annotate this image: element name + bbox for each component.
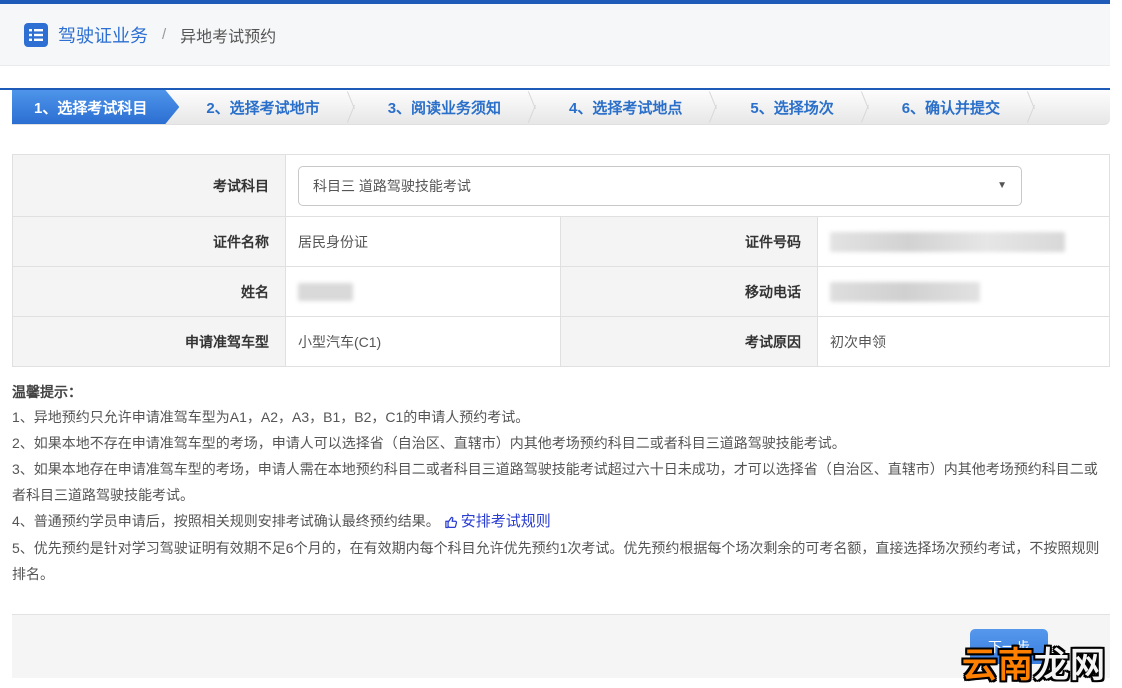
tip-item-2: 2、如果本地不存在申请准驾车型的考场，申请人可以选择省（自治区、直辖市）内其他考… xyxy=(12,430,1110,456)
chevron-down-icon: ▼ xyxy=(997,180,1007,191)
table-row: 证件名称 居民身份证 证件号码 xyxy=(13,217,1110,267)
exam-subject-select[interactable]: 科目三 道路驾驶技能考试 ▼ xyxy=(298,166,1022,206)
exam-reason-label: 考试原因 xyxy=(561,317,818,367)
tips-section: 温馨提示： 1、异地预约只允许申请准驾车型为A1，A2，A3，B1，B2，C1的… xyxy=(12,380,1110,587)
name-redacted-value xyxy=(298,283,353,301)
watermark-part-1: 云南 xyxy=(962,646,1034,686)
mobile-cell xyxy=(818,267,1110,317)
tips-title: 温馨提示： xyxy=(12,380,1110,404)
table-row: 姓名 移动电话 xyxy=(13,267,1110,317)
id-number-label: 证件号码 xyxy=(561,217,818,267)
breadcrumb: 驾驶证业务 / 异地考试预约 xyxy=(0,4,1110,66)
vehicle-type-value: 小型汽车(C1) xyxy=(286,317,561,367)
step-separator-icon xyxy=(709,90,723,124)
vehicle-type-label: 申请准驾车型 xyxy=(13,317,286,367)
step-separator-icon xyxy=(1027,90,1041,124)
mobile-redacted-value xyxy=(830,282,980,302)
step-separator-icon xyxy=(528,90,542,124)
exam-subject-selected-value: 科目三 道路驾驶技能考试 xyxy=(313,176,471,196)
tip-item-4-text: 4、普通预约学员申请后，按照相关规则安排考试确认最终预约结果。 xyxy=(12,513,440,529)
footer-bar: 下一步 xyxy=(12,614,1110,678)
step-separator-icon xyxy=(347,90,361,124)
table-row: 考试科目 科目三 道路驾驶技能考试 ▼ xyxy=(13,155,1110,217)
tip-item-1: 1、异地预约只允许申请准驾车型为A1，A2，A3，B1，B2，C1的申请人预约考… xyxy=(12,404,1110,430)
step-tab-1-select-subject[interactable]: 1、选择考试科目 xyxy=(12,90,179,124)
tip-item-5: 5、优先预约是针对学习驾驶证明有效期不足6个月的，在有效期内每个科目允许优先预约… xyxy=(12,535,1110,587)
breadcrumb-current: 异地考试预约 xyxy=(180,23,276,47)
step-separator-icon xyxy=(861,90,875,124)
step-tab-4-select-site[interactable]: 4、选择考试地点 xyxy=(542,90,709,124)
step-tab-3-read-notice[interactable]: 3、阅读业务须知 xyxy=(361,90,528,124)
name-label: 姓名 xyxy=(13,267,286,317)
exam-rules-link[interactable]: 安排考试规则 xyxy=(444,509,551,535)
step-tab-5-select-session[interactable]: 5、选择场次 xyxy=(723,90,860,124)
table-row: 申请准驾车型 小型汽车(C1) 考试原因 初次申领 xyxy=(13,317,1110,367)
id-number-cell xyxy=(818,217,1110,267)
steps-bar: 1、选择考试科目 2、选择考试地市 3、阅读业务须知 4、选择考试地点 5、选择… xyxy=(12,90,1110,125)
tip-item-3: 3、如果本地存在申请准驾车型的考场，申请人需在本地预约科目二或者科目三道路驾驶技… xyxy=(12,456,1110,508)
breadcrumb-separator: / xyxy=(162,26,166,43)
thumb-up-icon xyxy=(444,515,459,530)
id-type-value: 居民身份证 xyxy=(286,217,561,267)
site-watermark: 云南龙网 xyxy=(962,637,1106,688)
exam-rules-link-label: 安排考试规则 xyxy=(461,509,551,535)
id-number-redacted-value xyxy=(830,232,1065,252)
tip-item-4: 4、普通预约学员申请后，按照相关规则安排考试确认最终预约结果。 安排考试规则 xyxy=(12,508,1110,535)
menu-list-icon xyxy=(24,23,48,47)
exam-reason-value: 初次申领 xyxy=(818,317,1110,367)
watermark-part-2: 龙网 xyxy=(1034,646,1106,686)
applicant-info-table: 考试科目 科目三 道路驾驶技能考试 ▼ 证件名称 居民身份证 证件号码 姓名 移… xyxy=(12,154,1110,367)
exam-subject-label: 考试科目 xyxy=(13,155,286,217)
mobile-label: 移动电话 xyxy=(561,267,818,317)
breadcrumb-root[interactable]: 驾驶证业务 xyxy=(58,22,148,48)
exam-subject-cell: 科目三 道路驾驶技能考试 ▼ xyxy=(286,155,1110,217)
name-cell xyxy=(286,267,561,317)
id-type-label: 证件名称 xyxy=(13,217,286,267)
step-tab-2-select-city[interactable]: 2、选择考试地市 xyxy=(179,90,346,124)
step-tab-6-confirm-submit[interactable]: 6、确认并提交 xyxy=(875,90,1027,124)
